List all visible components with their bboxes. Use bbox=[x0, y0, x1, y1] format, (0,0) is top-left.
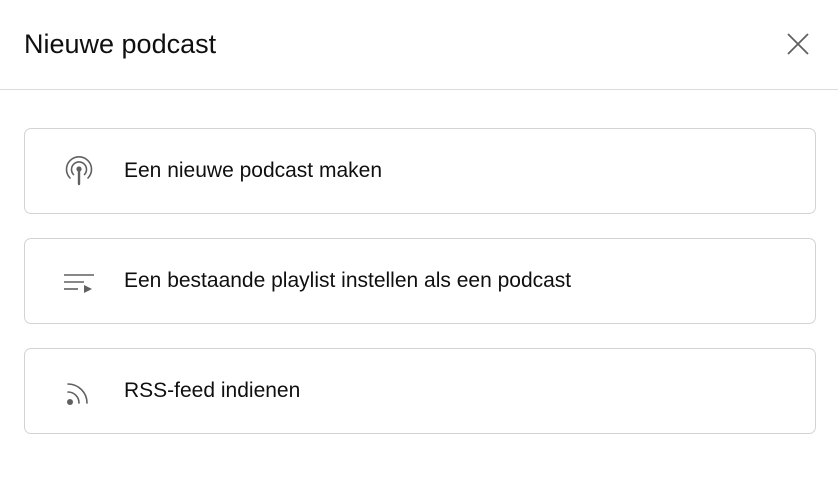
podcast-icon bbox=[61, 154, 97, 190]
close-button[interactable] bbox=[780, 26, 816, 62]
close-icon bbox=[787, 33, 809, 55]
submit-rss-feed-label: RSS-feed indienen bbox=[124, 379, 301, 402]
playlist-play-icon bbox=[61, 264, 97, 300]
podcast-options-list: Een nieuwe podcast maken Een bestaande p… bbox=[24, 128, 816, 458]
new-podcast-dialog: Nieuwe podcast Een nieuwe podcast maken bbox=[0, 0, 838, 478]
submit-rss-feed-option[interactable]: RSS-feed indienen bbox=[24, 348, 816, 434]
create-new-podcast-option[interactable]: Een nieuwe podcast maken bbox=[24, 128, 816, 214]
dialog-title: Nieuwe podcast bbox=[24, 29, 217, 59]
existing-playlist-label: Een bestaande playlist instellen als een… bbox=[124, 269, 572, 292]
dialog-header: Nieuwe podcast bbox=[0, 0, 838, 90]
create-new-podcast-label: Een nieuwe podcast maken bbox=[124, 159, 382, 182]
rss-feed-icon bbox=[61, 374, 97, 410]
existing-playlist-option[interactable]: Een bestaande playlist instellen als een… bbox=[24, 238, 816, 324]
